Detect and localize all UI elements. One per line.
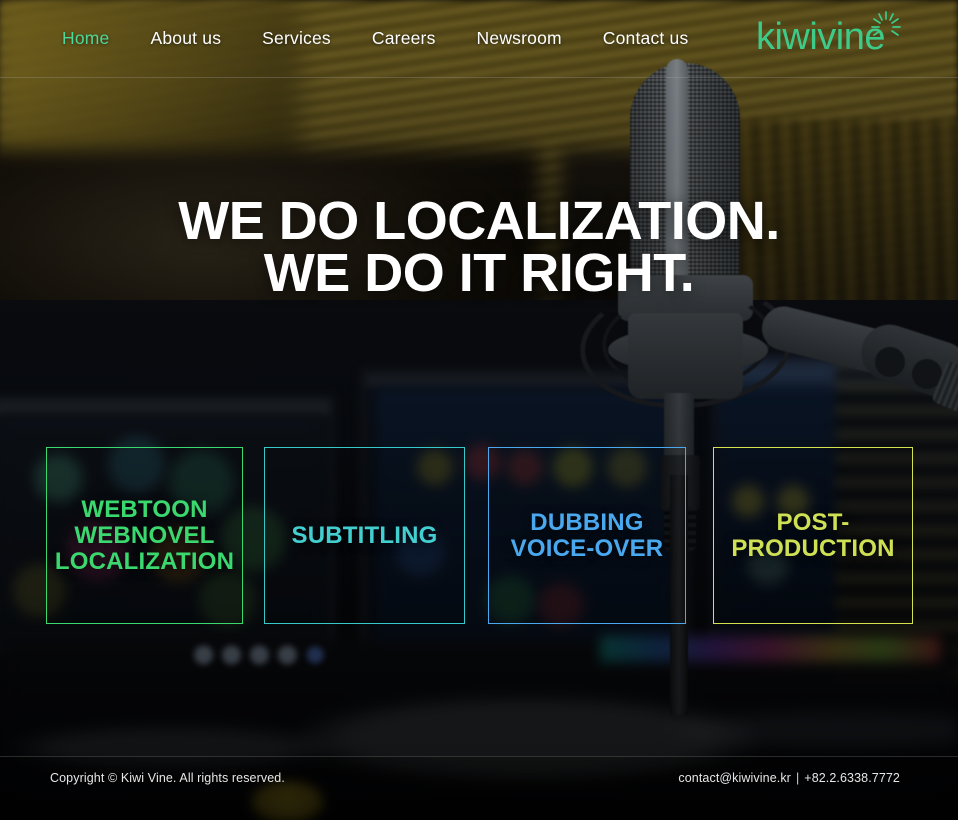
service-card-webtoon-webnovel-localization[interactable]: WEBTOON WEBNOVEL LOCALIZATION (46, 447, 243, 624)
sun-burst-icon (869, 11, 903, 46)
service-card-label: POST- PRODUCTION (725, 508, 900, 562)
footer-copyright: Copyright © Kiwi Vine. All rights reserv… (50, 771, 285, 785)
hero-background-photo (0, 0, 958, 820)
nav-item-services[interactable]: Services (262, 28, 331, 49)
card1-line1: WEBTOON (81, 495, 208, 523)
footer-phone-link[interactable]: +82.2.6338.7772 (804, 771, 900, 785)
card4-line2: PRODUCTION (731, 534, 895, 562)
card1-line2: WEBNOVEL (74, 521, 215, 549)
service-card-label: WEBTOON WEBNOVEL LOCALIZATION (49, 495, 240, 575)
nav-item-contact-us[interactable]: Contact us (603, 28, 689, 49)
card3-line2: VOICE-OVER (510, 534, 664, 562)
top-navigation-bar: Home About us Services Careers Newsroom … (0, 0, 958, 78)
service-card-label: SUBTITLING (286, 521, 444, 549)
card1-line3: LOCALIZATION (54, 547, 235, 575)
footer-contact: contact@kiwivine.kr | +82.2.6338.7772 (678, 771, 900, 785)
card2-line1: SUBTITLING (291, 521, 438, 549)
logo-wordmark: kiwivine (755, 16, 886, 58)
service-card-dubbing-voice-over[interactable]: DUBBING VOICE-OVER (488, 447, 686, 624)
nav-item-newsroom[interactable]: Newsroom (477, 28, 562, 49)
nav-links: Home About us Services Careers Newsroom … (62, 28, 688, 49)
nav-item-careers[interactable]: Careers (372, 28, 436, 49)
nav-item-home[interactable]: Home (62, 28, 109, 49)
card4-line1: POST- (776, 508, 850, 536)
footer-separator: | (795, 771, 800, 785)
card3-line1: DUBBING (530, 508, 644, 536)
background-dark-overlay (0, 0, 958, 820)
site-logo[interactable]: kiwivine (755, 11, 903, 58)
page-root: Home About us Services Careers Newsroom … (0, 0, 958, 820)
footer-email-link[interactable]: contact@kiwivine.kr (678, 771, 791, 785)
service-card-subtitling[interactable]: SUBTITLING (264, 447, 465, 624)
page-footer: Copyright © Kiwi Vine. All rights reserv… (0, 756, 958, 820)
service-card-label: DUBBING VOICE-OVER (505, 508, 670, 562)
nav-item-about-us[interactable]: About us (150, 28, 221, 49)
service-card-post-production[interactable]: POST- PRODUCTION (713, 447, 913, 624)
service-cards: WEBTOON WEBNOVEL LOCALIZATION SUBTITLING… (46, 447, 913, 624)
